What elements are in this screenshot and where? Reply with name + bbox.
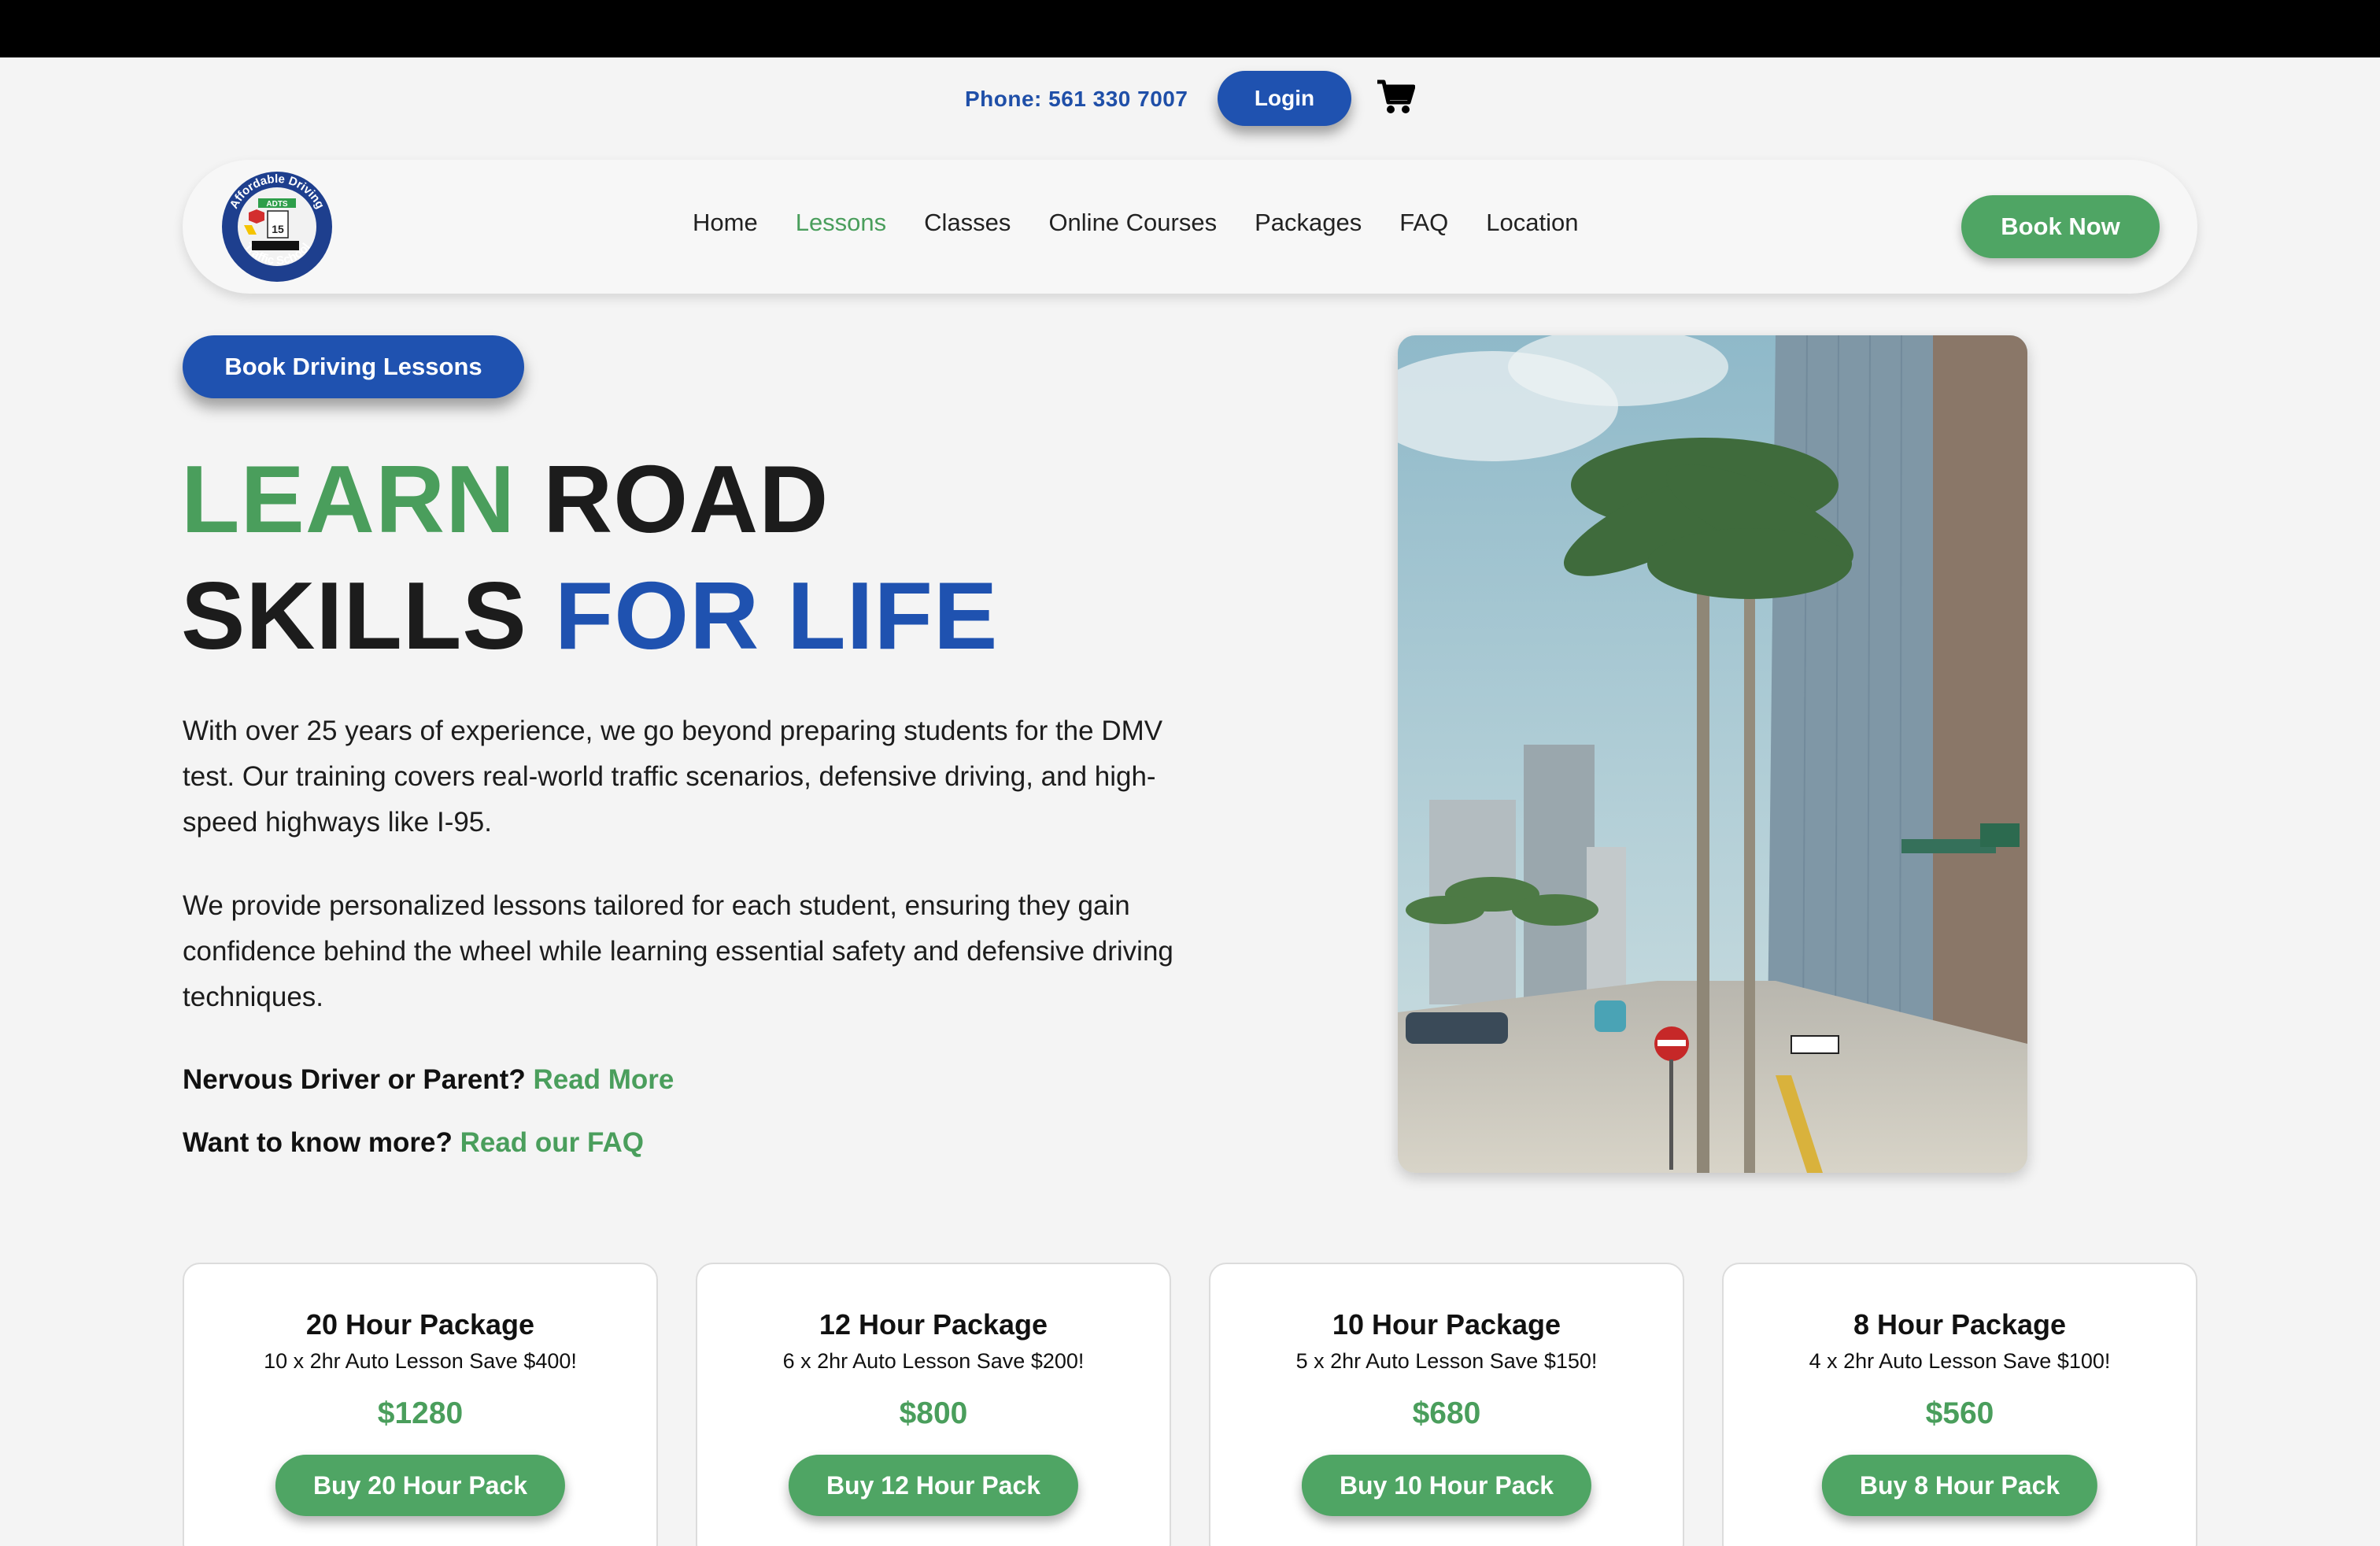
browser-top-bar xyxy=(0,0,2380,57)
package-card-12-hour: 12 Hour Package 6 x 2hr Auto Lesson Save… xyxy=(696,1263,1171,1546)
cart-icon[interactable] xyxy=(1376,79,1416,115)
buy-20-hour-pack-button[interactable]: Buy 20 Hour Pack xyxy=(275,1455,566,1516)
package-price: $560 xyxy=(1925,1396,1994,1430)
nav-faq[interactable]: FAQ xyxy=(1399,209,1448,237)
package-title: 10 Hour Package xyxy=(1332,1308,1561,1341)
package-title: 12 Hour Package xyxy=(819,1308,1048,1341)
package-subtitle: 10 x 2hr Auto Lesson Save $400! xyxy=(264,1349,577,1373)
faq-line: Want to know more? Read our FAQ xyxy=(183,1127,644,1159)
nav-classes[interactable]: Classes xyxy=(924,209,1011,237)
headline-word-for-life: FOR LIFE xyxy=(554,562,999,669)
package-price: $800 xyxy=(899,1396,968,1430)
svg-text:15: 15 xyxy=(272,223,284,235)
hero-headline: LEARN ROAD SKILLS FOR LIFE xyxy=(181,441,998,674)
top-contact-bar: Phone: 561 330 7007 Login xyxy=(0,69,2380,128)
nav-online-courses[interactable]: Online Courses xyxy=(1048,209,1217,237)
read-faq-link[interactable]: Read our FAQ xyxy=(460,1127,644,1158)
headline-word-road: ROAD xyxy=(543,446,830,553)
package-title: 8 Hour Package xyxy=(1853,1308,2067,1341)
buy-10-hour-pack-button[interactable]: Buy 10 Hour Pack xyxy=(1301,1455,1592,1516)
login-button[interactable]: Login xyxy=(1218,71,1351,126)
package-subtitle: 4 x 2hr Auto Lesson Save $100! xyxy=(1809,1349,2111,1373)
school-logo[interactable]: Affordable Driving Traffic School ADTS 1… xyxy=(220,170,334,283)
nav-packages[interactable]: Packages xyxy=(1255,209,1362,237)
book-now-button[interactable]: Book Now xyxy=(1961,195,2160,258)
package-subtitle: 6 x 2hr Auto Lesson Save $200! xyxy=(782,1349,1085,1373)
logo-center-text: ADTS xyxy=(266,200,288,209)
hero-street-photo xyxy=(1398,335,2027,1173)
nervous-driver-line: Nervous Driver or Parent? Read More xyxy=(183,1064,674,1096)
package-price: $1280 xyxy=(377,1396,464,1430)
package-subtitle: 5 x 2hr Auto Lesson Save $150! xyxy=(1295,1349,1598,1373)
package-card-8-hour: 8 Hour Package 4 x 2hr Auto Lesson Save … xyxy=(1722,1263,2197,1546)
package-title: 20 Hour Package xyxy=(305,1308,535,1341)
package-card-10-hour: 10 Hour Package 5 x 2hr Auto Lesson Save… xyxy=(1209,1263,1684,1546)
read-more-link[interactable]: Read More xyxy=(533,1064,674,1095)
nav-links: Home Lessons Classes Online Courses Pack… xyxy=(693,209,1616,237)
buy-12-hour-pack-button[interactable]: Buy 12 Hour Pack xyxy=(788,1455,1079,1516)
nervous-driver-text: Nervous Driver or Parent? xyxy=(183,1064,526,1095)
nav-lessons[interactable]: Lessons xyxy=(796,209,886,237)
hero-paragraph-experience: With over 25 years of experience, we go … xyxy=(183,716,1163,838)
book-driving-lessons-button[interactable]: Book Driving Lessons xyxy=(183,335,524,398)
phone-number[interactable]: Phone: 561 330 7007 xyxy=(965,87,1188,112)
want-to-know-text: Want to know more? xyxy=(183,1127,453,1158)
headline-word-skills: SKILLS xyxy=(181,562,527,669)
hero-paragraph-personalized: We provide personalized lessons tailored… xyxy=(183,890,1173,1012)
headline-word-learn: LEARN xyxy=(181,446,516,553)
buy-8-hour-pack-button[interactable]: Buy 8 Hour Pack xyxy=(1821,1455,2098,1516)
nav-location[interactable]: Location xyxy=(1486,209,1578,237)
package-card-20-hour: 20 Hour Package 10 x 2hr Auto Lesson Sav… xyxy=(183,1263,658,1546)
nav-home[interactable]: Home xyxy=(693,209,758,237)
main-navigation: Affordable Driving Traffic School ADTS 1… xyxy=(183,160,2197,294)
package-price: $680 xyxy=(1412,1396,1481,1430)
